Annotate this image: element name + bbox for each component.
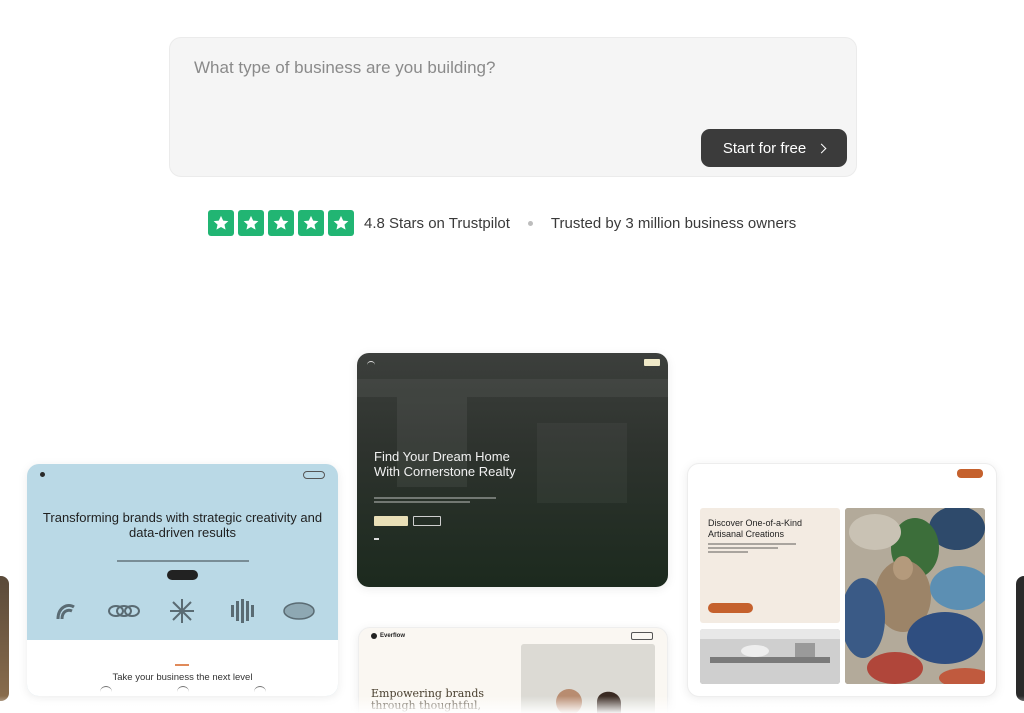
- realty-slider-indicator: [374, 538, 379, 540]
- studio-photo: [700, 629, 840, 684]
- sparkflow-tagline: Take your business the next level: [112, 672, 253, 683]
- business-type-input[interactable]: [194, 58, 834, 78]
- crafted-subtext: [708, 543, 796, 555]
- crafted-headline: Discover One-of-a-Kind Artisanal Creatio…: [708, 518, 803, 539]
- sparkflow-cta-button: [167, 570, 198, 580]
- crafted-hero-panel: Discover One-of-a-Kind Artisanal Creatio…: [700, 508, 840, 623]
- realty-primary-button: [374, 516, 408, 526]
- star-icon: [298, 210, 324, 236]
- crafted-nav-button: [957, 469, 983, 478]
- pottery-photo: [845, 508, 985, 684]
- template-card-sparkflow[interactable]: Transforming brands with strategic creat…: [27, 464, 338, 696]
- page: Start for free 4.8 Stars on Trustpilot T…: [0, 0, 1024, 713]
- starburst-icon: [170, 599, 195, 623]
- sparkflow-accent-line: [175, 664, 189, 666]
- everflow-nav-button: [631, 632, 653, 640]
- realty-nav-button: [644, 359, 660, 366]
- arc-shape-icon: [56, 604, 75, 620]
- bottom-fade: [0, 696, 1024, 713]
- wave-grid-icon: [230, 599, 254, 623]
- star-icon: [328, 210, 354, 236]
- realty-kitchen: [537, 423, 627, 503]
- trust-row: 4.8 Stars on Trustpilot Trusted by 3 mil…: [208, 210, 796, 236]
- template-card-realty[interactable]: Find Your Dream Home With Cornerstone Re…: [357, 353, 668, 587]
- studio-illustration: [700, 629, 840, 684]
- template-card-crafted[interactable]: Discover One-of-a-Kind Artisanal Creatio…: [687, 463, 997, 697]
- realty-ceiling: [357, 379, 668, 397]
- carousel-peek-right: [1016, 576, 1024, 701]
- trusted-text: Trusted by 3 million business owners: [550, 214, 797, 232]
- pottery-illustration: [845, 508, 985, 684]
- sparkflow-logo: [40, 472, 48, 477]
- sparkflow-nav-button: [303, 471, 325, 479]
- chain-link-icon: [108, 605, 141, 617]
- trustpilot-stars: [208, 210, 354, 236]
- sparkflow-feature-icons: [27, 686, 338, 692]
- prompt-box[interactable]: Start for free: [169, 37, 857, 177]
- everflow-logo-text: Everflow: [380, 633, 406, 639]
- carousel-peek-left: [0, 576, 9, 701]
- realty-logo-icon: [367, 361, 375, 366]
- start-for-free-label: Start for free: [722, 139, 807, 157]
- chevron-right-icon: [816, 143, 827, 153]
- rating-text: 4.8 Stars on Trustpilot: [364, 214, 510, 232]
- everflow-logo: Everflow: [371, 633, 405, 639]
- lens-shape-icon: [283, 602, 315, 620]
- star-icon: [268, 210, 294, 236]
- sparkflow-headline: Transforming brands with strategic creat…: [42, 510, 323, 540]
- realty-headline: Find Your Dream Home With Cornerstone Re…: [374, 449, 516, 479]
- sparkflow-subtext: [117, 560, 249, 562]
- realty-secondary-button: [413, 516, 441, 526]
- separator-dot: [527, 220, 533, 226]
- sparkflow-logo-row: [27, 597, 338, 625]
- realty-subtext: [374, 497, 496, 505]
- everflow-logo-icon: [371, 633, 377, 639]
- start-for-free-button[interactable]: Start for free: [701, 129, 847, 167]
- star-icon: [208, 210, 234, 236]
- realty-logo: [367, 361, 379, 366]
- star-icon: [238, 210, 264, 236]
- sparkflow-logo-icon: [40, 472, 45, 477]
- crafted-cta-button: [708, 603, 753, 613]
